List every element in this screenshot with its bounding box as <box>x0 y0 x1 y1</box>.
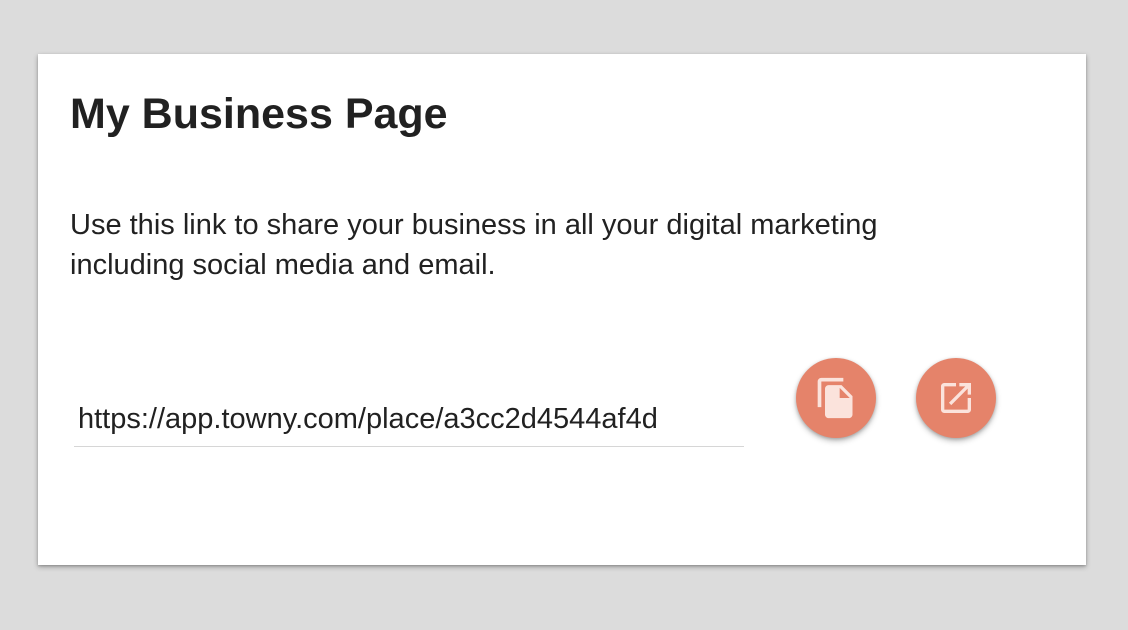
open-in-new-icon <box>936 378 976 418</box>
copy-icon <box>814 376 858 420</box>
share-link-input[interactable] <box>74 396 744 442</box>
copy-link-button[interactable] <box>796 358 876 438</box>
share-link-field[interactable] <box>74 396 744 447</box>
business-page-card: My Business Page Use this link to share … <box>38 54 1086 565</box>
open-link-button[interactable] <box>916 358 996 438</box>
page-title: My Business Page <box>70 90 448 138</box>
share-description: Use this link to share your business in … <box>70 209 878 281</box>
